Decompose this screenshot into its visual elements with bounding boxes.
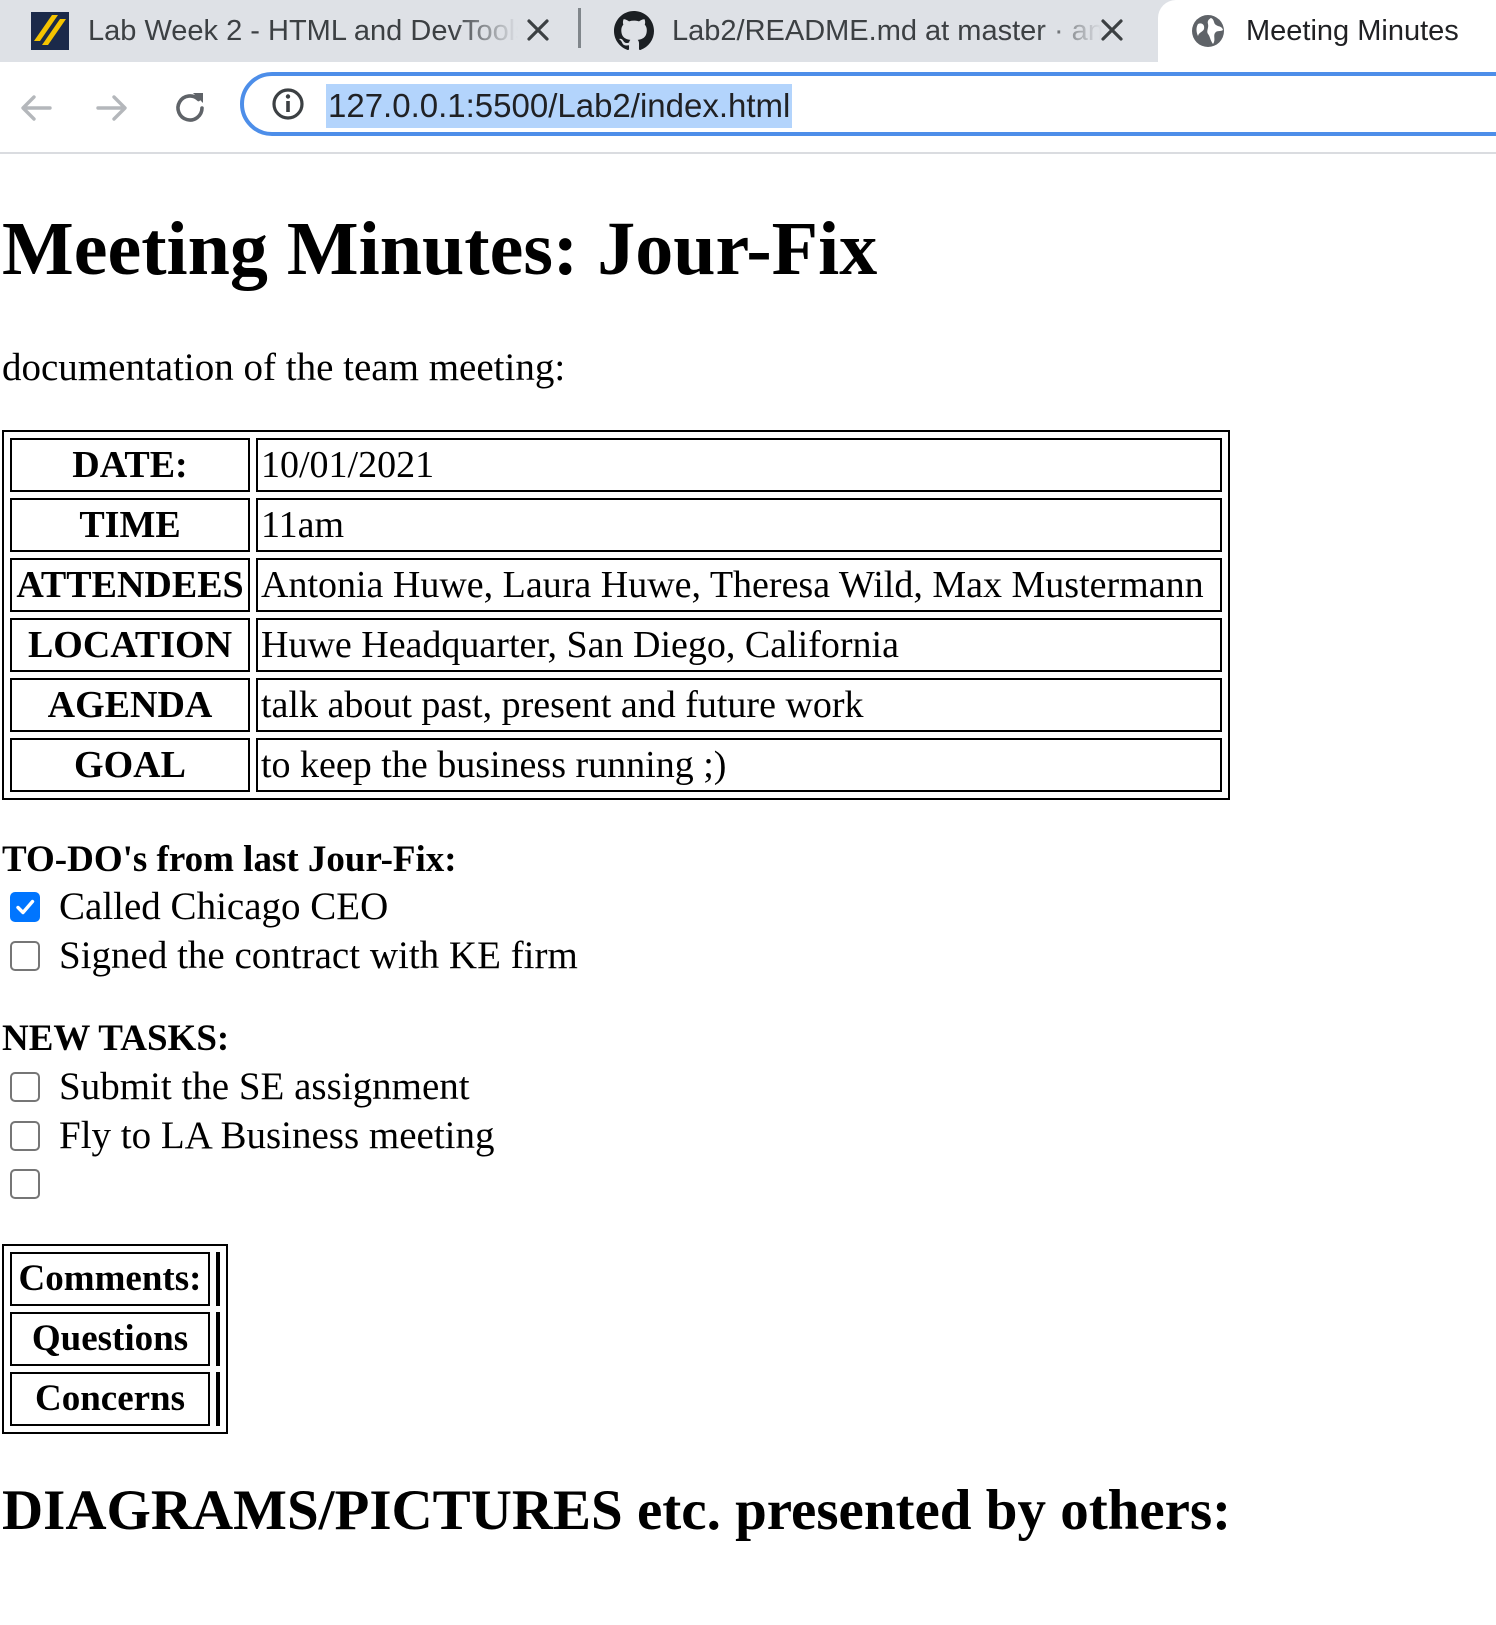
task-label: Submit the SE assignment (59, 1065, 470, 1108)
close-icon[interactable] (522, 14, 554, 46)
task-item: Submit the SE assignment (10, 1063, 470, 1111)
task-item (10, 1160, 59, 1208)
detail-value: 11am (256, 498, 1222, 552)
browser-tab-strip: Lab Week 2 - HTML and DevTools Lab2/READ… (0, 0, 1496, 62)
new-tasks-heading: NEW TASKS: (2, 1018, 230, 1059)
notes-cell (216, 1312, 220, 1366)
address-bar[interactable]: 127.0.0.1:5500/Lab2/index.html (240, 72, 1496, 136)
table-row: Questions (10, 1312, 220, 1366)
tab-meeting-minutes[interactable]: Meeting Minutes (1158, 0, 1496, 62)
notes-label: Questions (10, 1312, 210, 1366)
notes-label: Concerns (10, 1372, 210, 1426)
table-row: TIME 11am (10, 498, 1222, 552)
browser-toolbar: 127.0.0.1:5500/Lab2/index.html (0, 62, 1496, 154)
tab-title: Lab2/README.md at master · antonia (672, 14, 1102, 47)
todo-checkbox[interactable] (10, 941, 40, 971)
detail-value: to keep the business running ;) (256, 738, 1222, 792)
table-row: AGENDA talk about past, present and futu… (10, 678, 1222, 732)
detail-value: talk about past, present and future work (256, 678, 1222, 732)
reload-icon[interactable] (166, 84, 214, 132)
meeting-details-table: DATE: 10/01/2021 TIME 11am ATTENDEES Ant… (2, 430, 1230, 800)
table-row: ATTENDEES Antonia Huwe, Laura Huwe, Ther… (10, 558, 1222, 612)
lab-logo-icon (30, 11, 70, 51)
table-row: LOCATION Huwe Headquarter, San Diego, Ca… (10, 618, 1222, 672)
detail-label: ATTENDEES (10, 558, 250, 612)
todo-label: Called Chicago CEO (59, 885, 389, 928)
tab-title: Meeting Minutes (1246, 14, 1459, 47)
detail-label: TIME (10, 498, 250, 552)
diagrams-heading: DIAGRAMS/PICTURES etc. presented by othe… (2, 1479, 1232, 1542)
task-item: Fly to LA Business meeting (10, 1112, 495, 1160)
intro-text: documentation of the team meeting: (2, 346, 566, 389)
forward-arrow-icon[interactable] (88, 84, 136, 132)
notes-table: Comments: Questions Concerns (2, 1244, 228, 1434)
task-checkbox[interactable] (10, 1072, 40, 1102)
table-row: Comments: (10, 1252, 220, 1306)
notes-cell (216, 1372, 220, 1426)
todo-checkbox[interactable] (10, 892, 40, 922)
detail-value: Huwe Headquarter, San Diego, California (256, 618, 1222, 672)
table-row: GOAL to keep the business running ;) (10, 738, 1222, 792)
detail-label: GOAL (10, 738, 250, 792)
table-row: DATE: 10/01/2021 (10, 438, 1222, 492)
detail-label: DATE: (10, 438, 250, 492)
detail-value: Antonia Huwe, Laura Huwe, Theresa Wild, … (256, 558, 1222, 612)
detail-label: AGENDA (10, 678, 250, 732)
tab-title: Lab Week 2 - HTML and DevTools (88, 14, 518, 47)
task-label: Fly to LA Business meeting (59, 1114, 495, 1157)
notes-label: Comments: (10, 1252, 210, 1306)
tab-separator (578, 8, 581, 48)
task-checkbox[interactable] (10, 1121, 40, 1151)
page-title: Meeting Minutes: Jour-Fix (2, 207, 878, 291)
todo-item: Signed the contract with KE firm (10, 932, 578, 980)
tab-lab-week-2[interactable]: Lab Week 2 - HTML and DevTools (0, 0, 580, 62)
table-row: Concerns (10, 1372, 220, 1426)
site-info-icon[interactable] (270, 86, 306, 122)
detail-label: LOCATION (10, 618, 250, 672)
globe-icon (1188, 11, 1228, 51)
close-icon[interactable] (1096, 14, 1128, 46)
detail-value: 10/01/2021 (256, 438, 1222, 492)
todo-label: Signed the contract with KE firm (59, 934, 578, 977)
tab-github-readme[interactable]: Lab2/README.md at master · antonia (584, 0, 1154, 62)
todo-heading: TO-DO's from last Jour-Fix: (2, 839, 457, 880)
back-arrow-icon[interactable] (12, 84, 60, 132)
url-text[interactable]: 127.0.0.1:5500/Lab2/index.html (326, 84, 793, 128)
todo-item: Called Chicago CEO (10, 883, 388, 931)
task-checkbox[interactable] (10, 1169, 40, 1199)
notes-cell (216, 1252, 220, 1306)
github-icon (614, 11, 654, 51)
